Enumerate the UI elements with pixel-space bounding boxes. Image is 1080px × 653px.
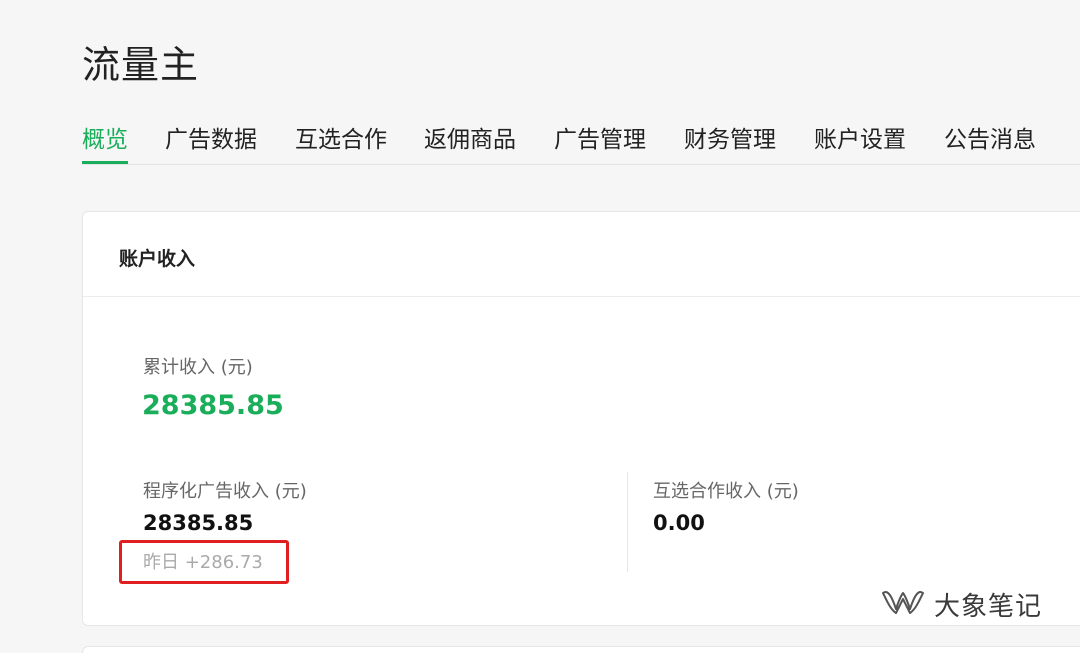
tab-finance-management[interactable]: 财务管理 bbox=[684, 120, 776, 164]
mutual-income-label: 互选合作收入 (元) bbox=[653, 481, 799, 502]
tab-account-settings[interactable]: 账户设置 bbox=[814, 120, 906, 164]
total-income-value: 28385.85 bbox=[142, 390, 284, 421]
watermark: 大象笔记 bbox=[880, 584, 1042, 624]
programmatic-income-value: 28385.85 bbox=[143, 511, 254, 535]
tab-ad-data[interactable]: 广告数据 bbox=[165, 120, 257, 164]
tab-ad-management[interactable]: 广告管理 bbox=[554, 120, 646, 164]
page: 流量主 概览 广告数据 互选合作 返佣商品 广告管理 财务管理 账户设置 公告消… bbox=[0, 0, 1080, 653]
tab-mutual-cooperation[interactable]: 互选合作 bbox=[295, 120, 387, 164]
tab-commission-products[interactable]: 返佣商品 bbox=[424, 120, 516, 164]
income-card-title: 账户收入 bbox=[119, 248, 196, 270]
page-title: 流量主 bbox=[82, 43, 200, 87]
wechat-channel-icon bbox=[880, 587, 926, 621]
mutual-income-value: 0.00 bbox=[653, 511, 705, 535]
income-card-header: 账户收入 bbox=[83, 212, 1080, 297]
next-card bbox=[82, 646, 1080, 653]
income-column-divider bbox=[627, 472, 628, 572]
programmatic-income-label: 程序化广告收入 (元) bbox=[143, 481, 307, 502]
nav-tabs: 概览 广告数据 互选合作 返佣商品 广告管理 财务管理 账户设置 公告消息 bbox=[82, 112, 1080, 165]
watermark-text: 大象笔记 bbox=[934, 591, 1043, 622]
total-income-label: 累计收入 (元) bbox=[143, 357, 253, 378]
annotation-highlight-box bbox=[119, 540, 289, 584]
tab-overview[interactable]: 概览 bbox=[82, 120, 128, 164]
tab-announcements[interactable]: 公告消息 bbox=[944, 120, 1036, 164]
